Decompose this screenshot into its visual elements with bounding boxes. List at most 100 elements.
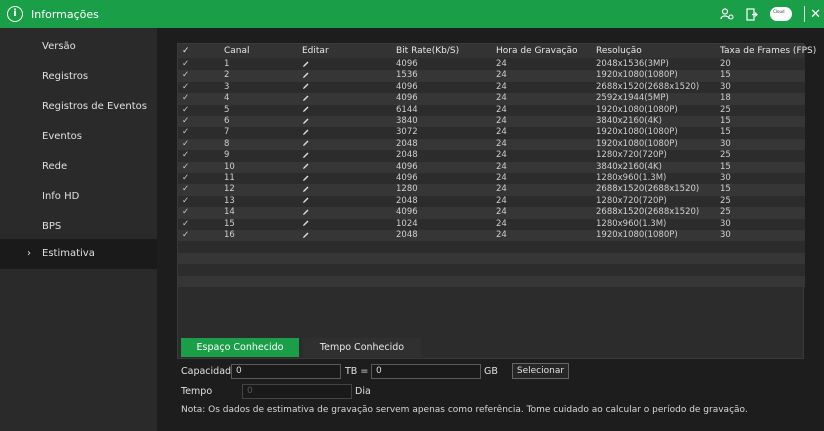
row-checkbox[interactable]: ✓ [182, 116, 189, 127]
cell-fps: 15 [720, 161, 731, 172]
time-input[interactable]: 0 [242, 383, 352, 399]
row-checkbox[interactable]: ✓ [182, 207, 189, 218]
row-checkbox[interactable]: ✓ [182, 230, 189, 241]
table-row[interactable]: ✓ 3 4096 24 2688x1520(2688x1520) 30 [178, 81, 805, 94]
cell-resolucao: 1920x1080(1080P) [596, 230, 678, 240]
user-settings-icon[interactable] [720, 8, 734, 20]
row-checkbox[interactable]: ✓ [182, 59, 189, 70]
select-all-checkbox[interactable]: ✓ [182, 44, 190, 58]
cell-canal: 8 [224, 138, 230, 149]
edit-pencil-icon[interactable] [302, 184, 310, 195]
sidebar-item-eventos[interactable]: Eventos [0, 122, 157, 152]
edit-pencil-icon[interactable] [302, 82, 310, 93]
edit-pencil-icon[interactable] [302, 127, 310, 138]
capacity-row: Capacidade 0 TB = 0 GB Selecionar [181, 363, 570, 379]
sidebar-item-bps[interactable]: BPS [0, 212, 157, 242]
row-checkbox[interactable]: ✓ [182, 105, 189, 116]
sidebar-item-versao[interactable]: Versão [0, 32, 157, 62]
edit-pencil-icon[interactable] [302, 230, 310, 241]
table-row[interactable]: ✓ 1 4096 24 2048x1536(3MP) 20 [178, 59, 805, 71]
sidebar-item-registros[interactable]: Registros [0, 62, 157, 92]
cell-fps: 25 [720, 195, 731, 206]
empty-row [178, 252, 805, 265]
exit-icon[interactable] [746, 7, 758, 21]
sidebar-item-rede[interactable]: Rede [0, 152, 157, 182]
tab-tempo-conhecido[interactable]: Tempo Conhecido [303, 338, 421, 357]
cell-bitrate: 3840 [396, 116, 418, 126]
main-panel: ✓ Canal Editar Bit Rate(Kb/S) Hora de Gr… [157, 28, 824, 431]
cell-hora: 24 [496, 195, 507, 206]
cloud-icon[interactable]: Cloud [770, 7, 793, 21]
row-checkbox[interactable]: ✓ [182, 70, 189, 81]
select-button[interactable]: Selecionar [511, 363, 570, 379]
table-row[interactable]: ✓ 6 3840 24 3840x2160(4K) 15 [178, 116, 805, 128]
table-row[interactable]: ✓ 12 1280 24 2688x1520(2688x1520) 15 [178, 184, 805, 196]
table-row[interactable]: ✓ 10 4096 24 3840x2160(4K) 15 [178, 161, 805, 173]
cell-bitrate: 1536 [396, 70, 418, 81]
table-row[interactable]: ✓ 15 1024 24 1280x960(1.3M) 30 [178, 218, 805, 230]
row-checkbox[interactable]: ✓ [182, 93, 189, 104]
cell-canal: 6 [224, 116, 230, 126]
table-row[interactable]: ✓ 2 1536 24 1920x1080(1080P) 15 [178, 70, 805, 82]
cell-canal: 12 [224, 184, 235, 195]
cell-hora: 24 [496, 173, 507, 183]
edit-pencil-icon[interactable] [302, 105, 310, 116]
title-bar: i Informações Cloud ✕ [0, 0, 824, 28]
table-row[interactable]: ✓ 5 6144 24 1920x1080(1080P) 25 [178, 104, 805, 116]
header-editar: Editar [302, 46, 329, 56]
cell-resolucao: 1280x960(1.3M) [596, 218, 667, 229]
tab-espaco-conhecido[interactable]: Espaço Conhecido [181, 338, 299, 357]
row-checkbox[interactable]: ✓ [182, 139, 189, 150]
capacity-input[interactable]: 0 [231, 363, 341, 379]
row-checkbox[interactable]: ✓ [182, 127, 189, 138]
cell-canal: 1 [224, 59, 230, 69]
cell-fps: 15 [720, 184, 731, 195]
cell-fps: 30 [720, 138, 731, 149]
table-row[interactable]: ✓ 7 3072 24 1920x1080(1080P) 15 [178, 127, 805, 139]
edit-pencil-icon[interactable] [302, 116, 310, 127]
sidebar-item-label: Rede [42, 161, 68, 172]
sidebar-item-info-hd[interactable]: Info HD [0, 182, 157, 212]
edit-pencil-icon[interactable] [302, 93, 310, 104]
table-row[interactable]: ✓ 8 2048 24 1920x1080(1080P) 30 [178, 138, 805, 151]
cell-resolucao: 1280x960(1.3M) [596, 173, 667, 183]
edit-pencil-icon[interactable] [302, 173, 310, 184]
cell-hora: 24 [496, 184, 507, 195]
cell-hora: 24 [496, 81, 507, 92]
edit-pencil-icon[interactable] [302, 219, 310, 230]
sidebar-item-estimativa[interactable]: › Estimativa [0, 239, 157, 269]
header-canal: Canal [224, 46, 250, 56]
row-checkbox[interactable]: ✓ [182, 162, 189, 173]
table-row[interactable]: ✓ 9 2048 24 1280x720(720P) 25 [178, 150, 805, 162]
cell-bitrate: 3072 [396, 127, 418, 138]
sidebar-item-label: Info HD [42, 191, 80, 202]
edit-pencil-icon[interactable] [302, 196, 310, 207]
empty-row [178, 264, 805, 276]
table-row[interactable]: ✓ 14 4096 24 2688x1520(2688x1520) 25 [178, 207, 805, 219]
window-title: Informações [31, 7, 99, 21]
table-row[interactable]: ✓ 16 2048 24 1920x1080(1080P) 30 [178, 230, 805, 242]
row-checkbox[interactable]: ✓ [182, 82, 189, 93]
row-checkbox[interactable]: ✓ [182, 173, 189, 184]
edit-pencil-icon[interactable] [302, 207, 310, 218]
row-checkbox[interactable]: ✓ [182, 150, 189, 161]
table-row[interactable]: ✓ 13 2048 24 1280x720(720P) 25 [178, 195, 805, 208]
sidebar-item-registros-eventos[interactable]: Registros de Eventos [0, 92, 157, 122]
table-row[interactable]: ✓ 4 4096 24 2592x1944(5MP) 18 [178, 93, 805, 105]
edit-pencil-icon[interactable] [302, 162, 310, 173]
cell-canal: 16 [224, 230, 235, 240]
row-checkbox[interactable]: ✓ [182, 184, 189, 195]
edit-pencil-icon[interactable] [302, 59, 310, 70]
cell-fps: 30 [720, 230, 731, 240]
row-checkbox[interactable]: ✓ [182, 219, 189, 230]
edit-pencil-icon[interactable] [302, 150, 310, 161]
edit-pencil-icon[interactable] [302, 139, 310, 150]
cell-hora: 24 [496, 93, 507, 104]
close-icon[interactable]: ✕ [810, 7, 821, 22]
cell-bitrate: 2048 [396, 150, 418, 161]
tb-input[interactable]: 0 [371, 363, 481, 379]
topbar-actions: Cloud ✕ [720, 0, 824, 28]
row-checkbox[interactable]: ✓ [182, 196, 189, 207]
table-row[interactable]: ✓ 11 4096 24 1280x960(1.3M) 30 [178, 173, 805, 185]
edit-pencil-icon[interactable] [302, 70, 310, 81]
